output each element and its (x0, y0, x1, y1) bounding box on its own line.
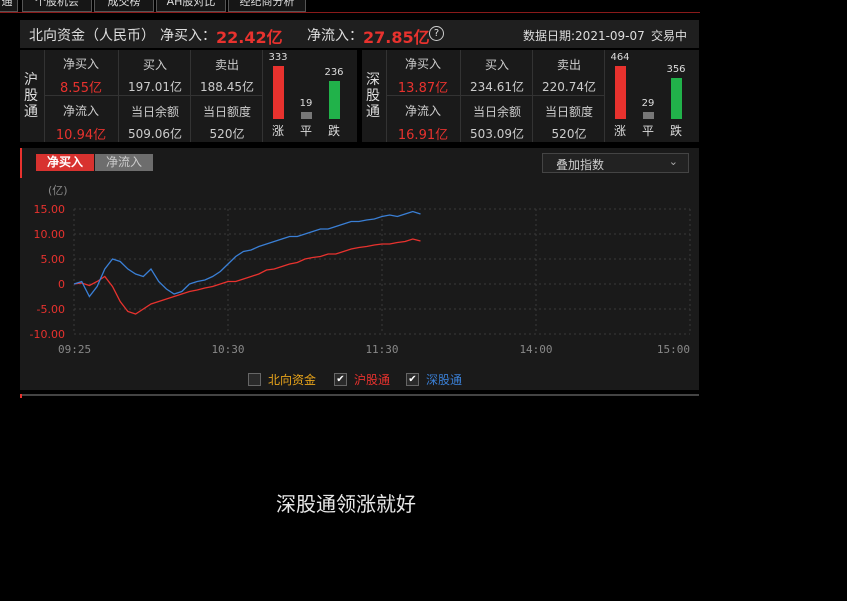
x-tick-label: 09:25 (58, 343, 91, 356)
y-tick-label: 5.00 (41, 253, 66, 266)
x-tick-label: 11:30 (365, 343, 398, 356)
y-tick-label: 15.00 (34, 203, 66, 216)
y-tick-label: 10.00 (34, 228, 66, 241)
x-tick-label: 10:30 (211, 343, 244, 356)
flow-line-chart: 15.00 10.00 5.00 0 -5.00 -10.00 09:25 10:30 11:3… (30, 203, 691, 356)
y-tick-label: 0 (58, 278, 65, 291)
y-tick-label: -10.00 (30, 328, 65, 341)
x-tick-label: 15:00 (657, 343, 690, 356)
check-icon: ✔ (408, 374, 417, 385)
check-icon: ✔ (336, 374, 345, 385)
sz-checkbox[interactable]: ✔ (406, 373, 419, 386)
divider-accent (20, 394, 22, 398)
north-checkbox[interactable] (248, 373, 261, 386)
legend-sz[interactable]: 深股通 (426, 371, 462, 388)
x-tick-label: 14:00 (519, 343, 552, 356)
y-tick-label: -5.00 (37, 303, 65, 316)
legend-sh[interactable]: 沪股通 (354, 371, 390, 388)
divider (20, 394, 699, 396)
sh-checkbox[interactable]: ✔ (334, 373, 347, 386)
caption-text: 深股通领涨就好 (276, 492, 416, 516)
legend-north[interactable]: 北向资金 (268, 371, 316, 388)
